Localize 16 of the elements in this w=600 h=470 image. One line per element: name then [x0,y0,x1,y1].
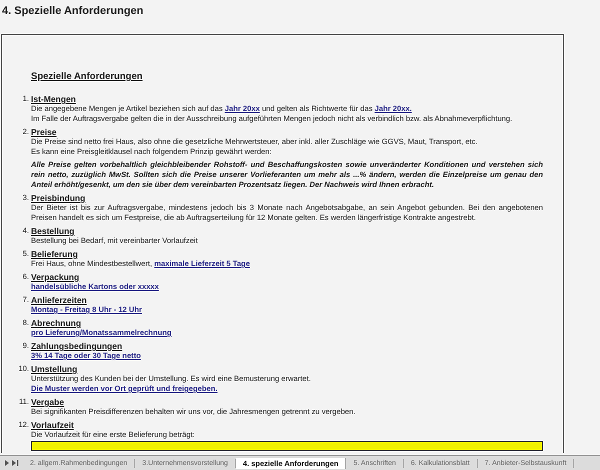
item-title: Bestellung [31,226,74,236]
item-title: Vergabe [31,397,64,407]
item-title: Ist-Mengen [31,94,76,104]
item-title: Verpackung [31,272,80,282]
item-title: Belieferung [31,249,78,259]
input-field[interactable] [31,441,543,451]
item-title: Preisbindung [31,193,86,203]
item-title: Anlieferzeiten [31,295,87,305]
sheet-title: 4. Spezielle Anforderungen [2,5,144,17]
item-title: Abrechnung [31,318,82,328]
item-title: Vorlaufzeit [31,420,74,430]
item-title: Umstellung [31,364,78,374]
section-heading: Spezielle Anforderungen [31,71,143,82]
item-title: Zahlungsbedingungen [31,341,122,351]
item-title: Preise [31,127,57,137]
navigation-arrows-icon[interactable] [3,459,19,467]
